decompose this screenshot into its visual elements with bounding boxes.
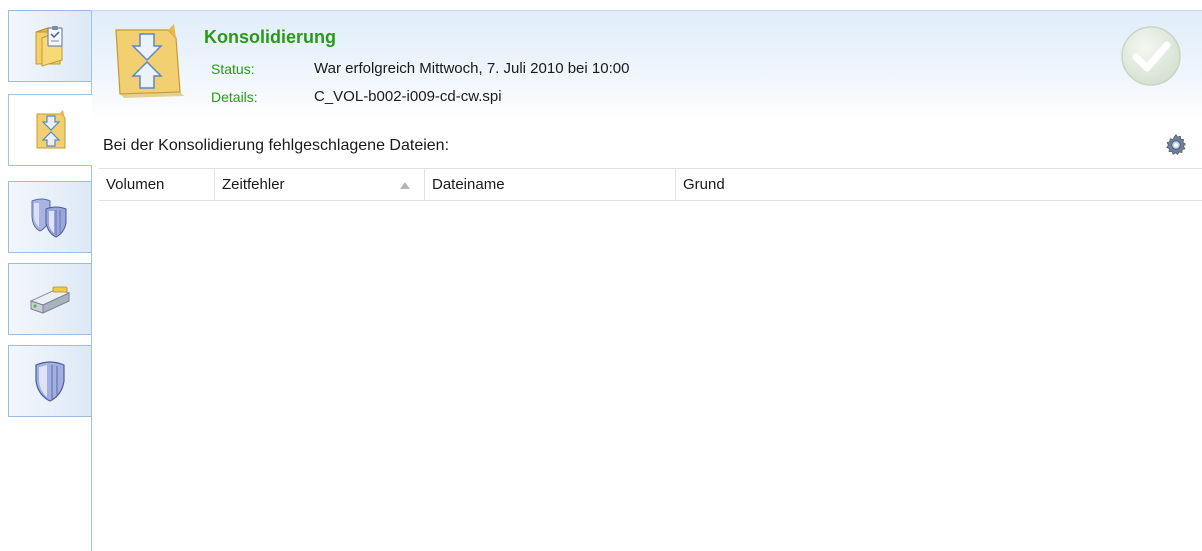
folder-arrows-icon [115,24,184,98]
failed-files-table-body[interactable] [99,201,1202,551]
header-border [92,10,1202,11]
page-title: Konsolidierung [204,27,336,47]
column-header-dateiname[interactable]: Dateiname [425,169,676,200]
sort-ascending-icon [400,182,410,189]
column-header-label: Grund [683,176,725,193]
column-header-volumen[interactable]: Volumen [99,169,215,200]
sidebar-tab-consolidation[interactable] [8,94,92,166]
column-header-label: Dateiname [432,176,505,193]
double-shield-icon [31,198,67,238]
status-label: Status: [211,61,255,77]
sidebar-tab-protection[interactable] [8,345,91,417]
folder-arrows-icon [36,110,65,149]
sidebar-tab-protection-multi[interactable] [8,181,91,253]
sidebar-tab-drive[interactable] [8,263,91,335]
section-title: Bei der Konsolidierung fehlgeschlagene D… [103,137,450,154]
shield-icon [35,361,65,402]
status-value: War erfolgreich Mittwoch, 7. Juli 2010 b… [314,60,630,77]
sidebar-tab-overview[interactable] [8,10,91,82]
details-value: C_VOL-b002-i009-cd-cw.spi [314,88,502,105]
column-header-zeitfehler[interactable]: Zeitfehler [215,169,425,200]
sidebar-divider [91,10,92,551]
column-header-label: Volumen [106,176,165,193]
hard-drive-icon [29,286,71,314]
success-check-icon [1121,26,1181,86]
folder-clipboard-icon [35,26,63,67]
sidebar [0,0,92,551]
table-header: Volumen Zeitfehler Dateiname Grund [99,168,1202,201]
column-header-grund[interactable]: Grund [676,169,1202,200]
gear-icon[interactable] [1164,133,1188,157]
column-header-label: Zeitfehler [222,176,285,193]
details-label: Details: [211,89,258,105]
